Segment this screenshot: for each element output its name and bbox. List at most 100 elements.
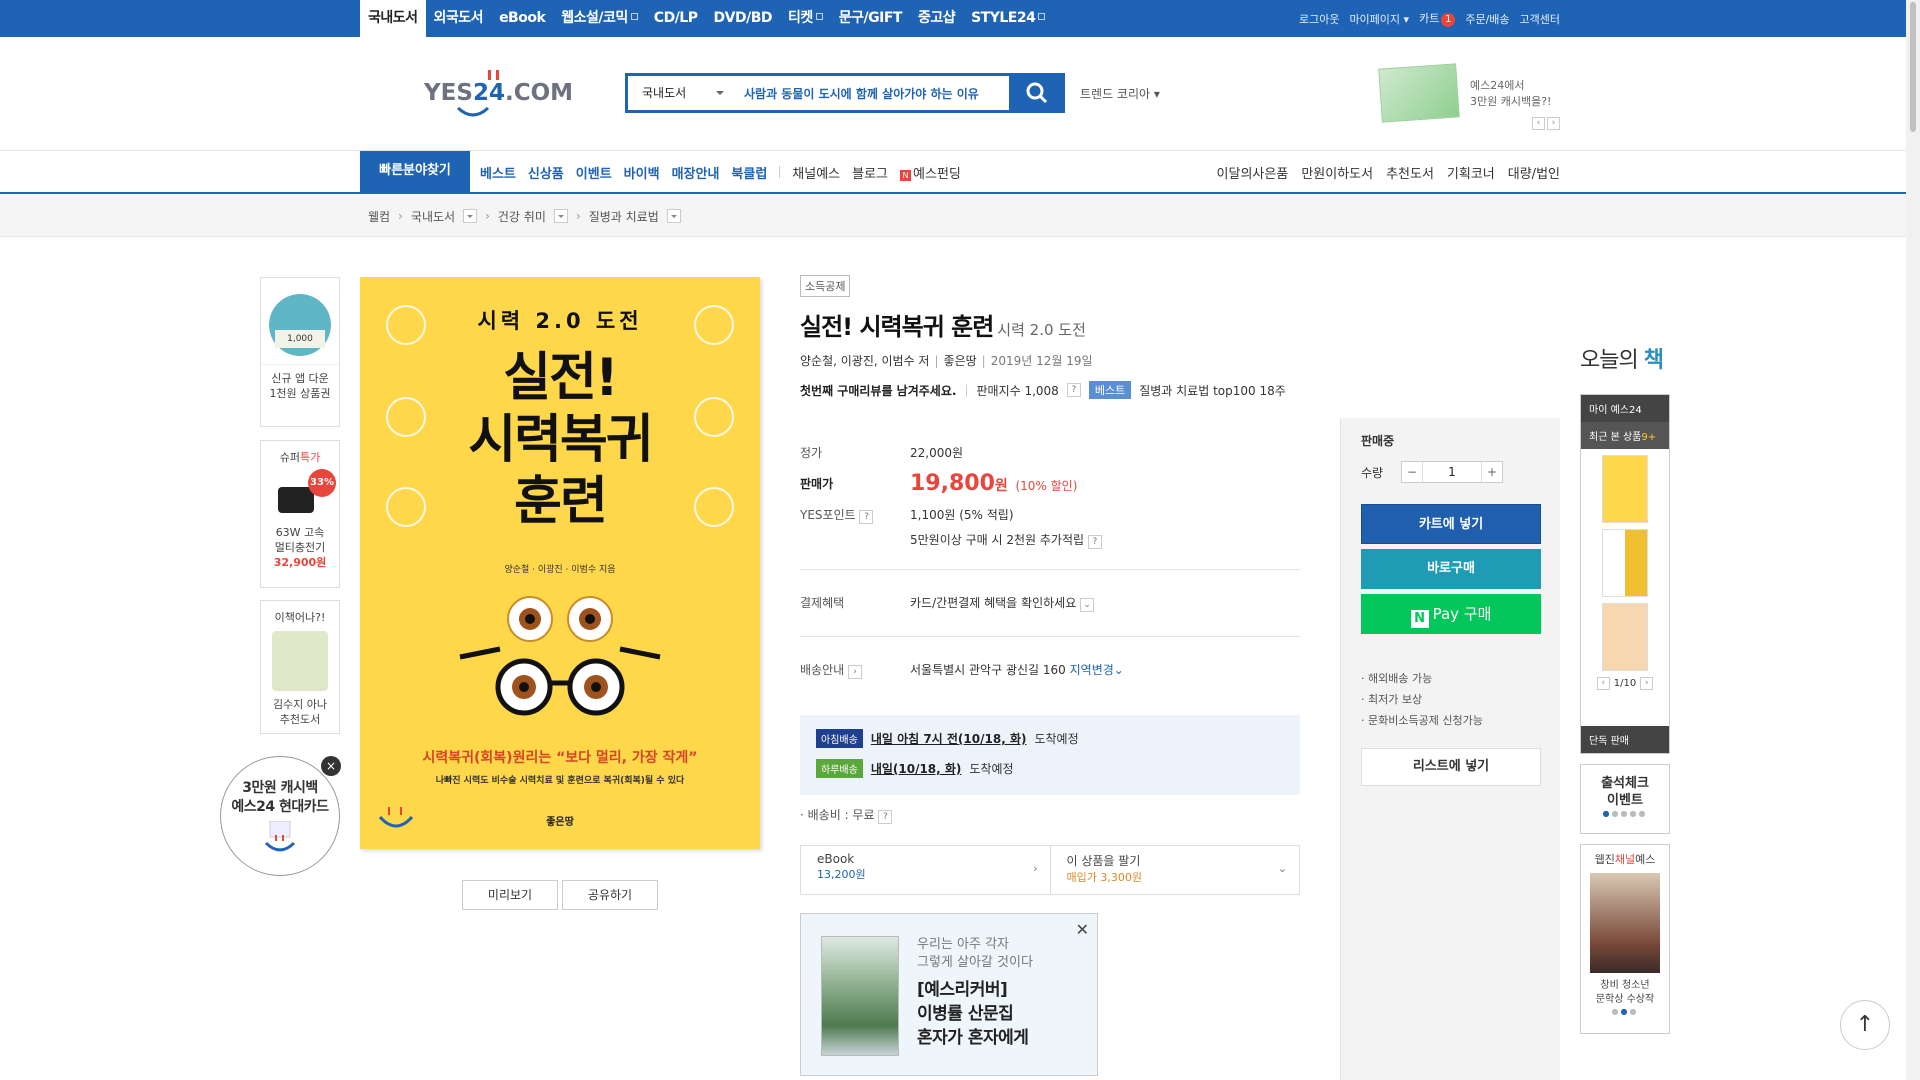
nav-channel-yes[interactable]: 채널예스: [792, 163, 840, 182]
change-region-link[interactable]: 지역변경⌄: [1070, 663, 1124, 677]
payment-benefit-link[interactable]: 카드/간편결제 혜택을 확인하세요 ⌄: [910, 594, 1095, 612]
recent-item-thumb[interactable]: [1602, 455, 1648, 523]
breadcrumb-hobby[interactable]: 건강 취미: [498, 208, 546, 225]
payment-benefit-text: 카드/간편결제 혜택을 확인하세요: [910, 596, 1077, 610]
buy-now-button[interactable]: 바로구매: [1361, 549, 1541, 589]
app-ad-image: 1,000: [269, 294, 331, 356]
rank-link[interactable]: 질병과 치료법 top100 18주: [1139, 382, 1286, 399]
super-deal-ad[interactable]: 슈퍼특가 33% 63W 고속 멀티충전기 32,900원: [260, 440, 340, 588]
close-icon[interactable]: ×: [321, 756, 341, 776]
search-category-select[interactable]: 국내도서: [628, 76, 738, 110]
breadcrumb-domestic[interactable]: 국내도서: [411, 208, 455, 225]
tab-foreign-books[interactable]: 외국도서: [426, 0, 492, 37]
minus-button[interactable]: −: [1402, 462, 1422, 482]
tab-cd-lp[interactable]: CD/LP: [646, 0, 706, 37]
hyundai-card-ad[interactable]: 3만원 캐시백 예스24 현대카드 ×: [220, 756, 341, 876]
book-ad-line1: 김수지 아나: [272, 698, 328, 711]
nav-stores[interactable]: 매장안내: [672, 163, 720, 182]
customer-center-link[interactable]: 고객센터: [1520, 11, 1560, 27]
recover-edition-banner[interactable]: 우리는 아주 각자 그렇게 살아갈 것이다 [예스리커버] 이병률 산문집 혼자가 혼…: [800, 913, 1098, 1076]
quick-category-button[interactable]: 빠른분야찾기: [360, 151, 470, 194]
cover-title-line: 시력복귀: [468, 410, 653, 470]
attendance-event-link[interactable]: 출석체크 이벤트 ●●●●●: [1580, 764, 1670, 834]
authors-link[interactable]: 양순철, 이광진, 이범수 저: [800, 354, 929, 368]
recent-item-thumb[interactable]: [1602, 529, 1648, 597]
recent-item-thumb[interactable]: [1602, 603, 1648, 671]
cart-link[interactable]: 카트 1: [1419, 10, 1456, 27]
webzine-panel[interactable]: 웹진채널예스 창비 청소년 문학상 수상작 ●●●: [1580, 844, 1670, 1034]
chevron-right-icon[interactable]: ›: [848, 665, 862, 679]
app-download-ad[interactable]: 1,000 신규 앱 다운 1천원 상품권: [260, 277, 340, 427]
recommend-book-ad[interactable]: 이책어나?! 김수지 아나 추천도서: [260, 600, 340, 734]
webzine-image: [1590, 873, 1660, 973]
tab-ebook[interactable]: eBook: [491, 0, 553, 37]
nav-bulk[interactable]: 대량/법인: [1508, 163, 1560, 182]
dropdown-icon[interactable]: [553, 209, 568, 223]
orders-link[interactable]: 주문/배송: [1465, 11, 1509, 27]
tab-used[interactable]: 중고샵: [910, 0, 963, 37]
preview-button[interactable]: 미리보기: [462, 880, 558, 910]
arrow-up-icon: ↑: [1855, 1012, 1875, 1037]
logout-link[interactable]: 로그아웃: [1299, 11, 1339, 27]
banner-title1: [예스리커버]: [917, 980, 1008, 1000]
product-subtitle: 시력 2.0 도전: [997, 321, 1086, 339]
next-arrow-icon[interactable]: ›: [1640, 677, 1654, 690]
book-cover-image[interactable]: 시력 2.0 도전 실전! 시력복귀 훈련 양순철 · 이광진 · 이범수 지음…: [360, 277, 760, 849]
nav-recommend[interactable]: 추천도서: [1386, 163, 1434, 182]
banner-title3: 혼자가 혼자에게: [917, 1028, 1029, 1048]
tab-gift[interactable]: 문구/GIFT: [831, 0, 910, 37]
header-promo-banner[interactable]: 예스24에서 3만원 캐시백을?! ‹ ›: [1378, 62, 1560, 132]
plus-button[interactable]: +: [1482, 462, 1502, 482]
nav-event[interactable]: 이벤트: [576, 163, 612, 182]
prev-arrow-icon[interactable]: ‹: [1532, 117, 1545, 130]
yes24-logo[interactable]: YES24.COM: [424, 66, 573, 122]
product-stats: 첫번째 구매리뷰를 남겨주세요. | 판매지수 1,008 ? 베스트 질병과 …: [800, 381, 1560, 399]
prev-arrow-icon[interactable]: ‹: [1596, 677, 1610, 690]
publisher-link[interactable]: 좋은땅: [944, 354, 977, 368]
tab-domestic-books[interactable]: 국내도서: [360, 0, 426, 37]
nav-best[interactable]: 베스트: [480, 163, 516, 182]
share-button[interactable]: 공유하기: [562, 880, 658, 910]
write-review-link[interactable]: 첫번째 구매리뷰를 남겨주세요.: [800, 382, 956, 399]
nav-under10k[interactable]: 만원이하도서: [1301, 163, 1373, 182]
search-input[interactable]: [738, 76, 1009, 110]
tab-ticket[interactable]: 티켓: [780, 0, 831, 37]
tab-style24[interactable]: STYLE24: [963, 0, 1053, 37]
quantity-value[interactable]: 1: [1422, 462, 1482, 482]
breadcrumb-home[interactable]: 웰컴: [368, 208, 390, 225]
mypage-link[interactable]: 마이페이지 ▾: [1349, 11, 1409, 27]
nav-funding[interactable]: N 예스펀딩: [900, 163, 961, 182]
search-button[interactable]: [1009, 73, 1065, 113]
add-to-cart-button[interactable]: 카트에 넣기: [1361, 504, 1541, 544]
my-yes24-link[interactable]: 마이 예스24: [1581, 395, 1669, 422]
nav-bookclub[interactable]: 북클럽: [731, 163, 767, 182]
tab-dvd-bd[interactable]: DVD/BD: [706, 0, 780, 37]
dropdown-icon[interactable]: [666, 209, 681, 223]
next-arrow-icon[interactable]: ›: [1547, 117, 1560, 130]
nav-gifts[interactable]: 이달의사은품: [1217, 163, 1289, 182]
nav-special[interactable]: 기획코너: [1447, 163, 1495, 182]
sell-item-link[interactable]: 이 상품을 팔기 매입가 3,300원 ⌄: [1049, 846, 1300, 894]
ebook-link[interactable]: eBook 13,200원 ›: [801, 846, 1050, 894]
breadcrumb-disease[interactable]: 질병과 치료법: [589, 208, 659, 225]
tab-webnovel[interactable]: 웹소설/코믹: [553, 0, 646, 37]
trend-korea-link[interactable]: 트렌드 코리아 ▾: [1080, 85, 1160, 102]
naver-pay-button[interactable]: N Pay 구매: [1361, 594, 1541, 634]
nav-new[interactable]: 신상품: [528, 163, 564, 182]
close-icon[interactable]: ✕: [1076, 920, 1089, 939]
charger-image: 33%: [270, 469, 336, 521]
add-to-wishlist-button[interactable]: 리스트에 넣기: [1361, 748, 1541, 786]
search-icon: [1026, 82, 1048, 104]
scroll-to-top-button[interactable]: ↑: [1840, 1000, 1890, 1050]
cart-count-badge: 1: [1441, 13, 1456, 27]
nav-blog[interactable]: 블로그: [852, 163, 888, 182]
nav-buyback[interactable]: 바이백: [624, 163, 660, 182]
scrollbar-thumb[interactable]: [1910, 2, 1916, 132]
help-icon[interactable]: ?: [878, 810, 893, 824]
sale-price-row: 판매가 19,800원 (10% 할인): [800, 471, 1300, 496]
help-icon[interactable]: ?: [1066, 383, 1081, 397]
scrollbar[interactable]: [1906, 0, 1920, 1080]
help-icon[interactable]: ?: [1087, 535, 1102, 549]
dropdown-icon[interactable]: [463, 209, 478, 223]
help-icon[interactable]: ?: [859, 510, 874, 524]
